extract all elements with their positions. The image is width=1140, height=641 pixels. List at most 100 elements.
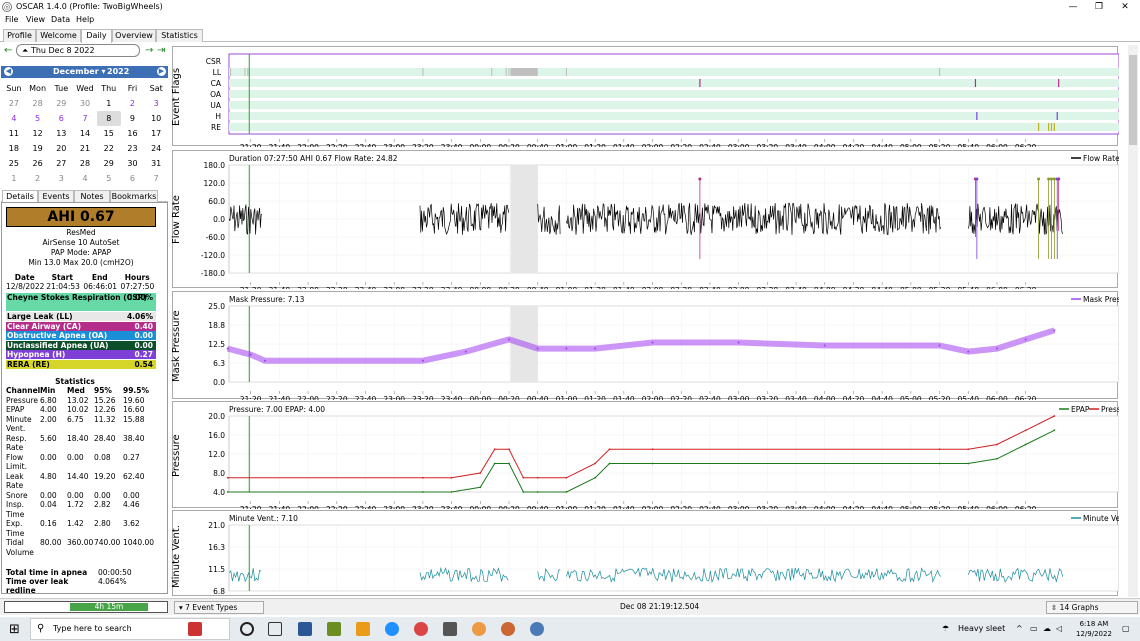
calendar-day[interactable]: 3: [144, 96, 168, 111]
menu-file[interactable]: File: [5, 15, 18, 24]
calendar-day[interactable]: 28: [73, 156, 97, 171]
calendar-day[interactable]: 22: [97, 141, 121, 156]
network-icon[interactable]: ☁: [1043, 624, 1051, 633]
calendar-day[interactable]: 21: [73, 141, 97, 156]
windows-start-icon[interactable]: ⊞: [9, 622, 20, 637]
session-duration-bar[interactable]: 4h 15m: [4, 601, 168, 613]
close-icon[interactable]: ✕: [1114, 1, 1136, 13]
calendar-day[interactable]: 19: [26, 141, 50, 156]
calendar-day[interactable]: 2: [26, 171, 50, 186]
mask-pressure-chart[interactable]: Mask Pressure: 7.1325.018.812.56.30.0Mas…: [173, 292, 1137, 404]
menu-view[interactable]: View: [26, 15, 45, 24]
minimize-icon[interactable]: —: [1062, 1, 1084, 13]
calendar-day[interactable]: 1: [97, 96, 121, 111]
calendar-day[interactable]: 5: [26, 111, 50, 126]
pressure-panel[interactable]: Pressure Pressure: 7.00 EPAP: 4.00 20.0 16…: [171, 401, 1133, 514]
calendar-day[interactable]: 4: [73, 171, 97, 186]
calendar-day[interactable]: 5: [97, 171, 121, 186]
calendar-day[interactable]: 25: [2, 156, 26, 171]
next-month-icon[interactable]: ▶: [157, 67, 166, 76]
calendar-day[interactable]: 30: [73, 96, 97, 111]
app-icon-2[interactable]: [327, 622, 341, 636]
calendar-day[interactable]: 11: [2, 126, 26, 141]
calendar-day[interactable]: 23: [121, 141, 145, 156]
calendar-day[interactable]: 24: [144, 141, 168, 156]
calendar-day[interactable]: 2: [121, 96, 145, 111]
calendar-day[interactable]: 4: [2, 111, 26, 126]
prev-month-icon[interactable]: ◀: [4, 67, 13, 76]
calendar-day[interactable]: 15: [97, 126, 121, 141]
cortana-icon[interactable]: [240, 622, 254, 636]
calendar-day[interactable]: 7: [73, 111, 97, 126]
calendar-day[interactable]: 12: [26, 126, 50, 141]
calendar-day[interactable]: 1: [2, 171, 26, 186]
taskbar-clock[interactable]: 6:18 AM 12/9/2022: [1076, 619, 1112, 639]
oscar-taskbar-icon[interactable]: [530, 622, 544, 636]
tab-daily[interactable]: Daily: [81, 29, 112, 43]
calendar-day[interactable]: 29: [49, 96, 73, 111]
app-icon-3[interactable]: [356, 622, 370, 636]
previous-day-icon[interactable]: ←: [4, 45, 12, 56]
calendar-day[interactable]: 30: [121, 156, 145, 171]
calendar-day[interactable]: 28: [26, 96, 50, 111]
menu-help[interactable]: Help: [76, 15, 94, 24]
flow-rate-chart[interactable]: Duration 07:27:50 AHI 0.67 Flow Rate: 24…: [173, 151, 1120, 295]
tab-welcome[interactable]: Welcome: [36, 29, 81, 42]
tab-events[interactable]: Events: [38, 190, 74, 202]
calendar-day[interactable]: 18: [2, 141, 26, 156]
edge-icon[interactable]: [385, 622, 399, 636]
flow-rate-panel[interactable]: Flow Rate Duration 07:27:50 AHI 0.67 Flo…: [171, 150, 1120, 295]
calendar-day[interactable]: 6: [121, 171, 145, 186]
calendar-day[interactable]: 8: [96, 111, 121, 126]
tab-bookmarks[interactable]: Bookmarks: [110, 190, 158, 202]
calendar-day[interactable]: 26: [26, 156, 50, 171]
volume-icon[interactable]: ◁: [1056, 624, 1062, 633]
tray-chevron-icon[interactable]: ^: [1016, 624, 1023, 633]
graphs-dropdown[interactable]: ⇳ 14 Graphs: [1046, 601, 1138, 614]
date-picker[interactable]: ⏶ Thu Dec 8 2022: [16, 44, 140, 57]
task-view-icon[interactable]: [268, 622, 282, 636]
minute-vent-panel[interactable]: Minute Vent. Minute Vent.: 7.10 21.0 16.3 1…: [171, 510, 1130, 597]
calendar-year[interactable]: 2022: [107, 67, 129, 76]
tab-details[interactable]: Details: [2, 190, 38, 202]
calendar-day[interactable]: 3: [49, 171, 73, 186]
tab-overview[interactable]: Overview: [112, 29, 156, 42]
scrollbar-thumb[interactable]: [1129, 55, 1137, 145]
last-day-icon[interactable]: ⇥: [157, 45, 165, 56]
tab-profile[interactable]: Profile: [3, 29, 36, 42]
calendar-day[interactable]: 31: [144, 156, 168, 171]
chrome-alt-icon[interactable]: [501, 622, 515, 636]
menu-data[interactable]: Data: [51, 15, 70, 24]
event-flags-chart[interactable]: CSR LL CA OA UA H RE 21:20 21:40 22:00 22:20 22:40 2…: [173, 47, 1120, 152]
calendar-day[interactable]: 16: [121, 126, 145, 141]
calendar-day[interactable]: 13: [49, 126, 73, 141]
calendar-day[interactable]: 17: [144, 126, 168, 141]
tab-notes[interactable]: Notes: [74, 190, 110, 202]
restore-icon[interactable]: ❐: [1088, 1, 1110, 13]
word-icon[interactable]: [298, 622, 312, 636]
statistics-row: Flow Limit. 0.00 0.00 0.08 0.27: [6, 452, 140, 472]
battery-icon[interactable]: ▭: [1030, 624, 1038, 633]
next-day-icon[interactable]: →: [145, 45, 153, 56]
calendar-day[interactable]: 27: [49, 156, 73, 171]
event-types-dropdown[interactable]: ▾ 7 Event Types: [174, 601, 264, 614]
graph-scrollbar[interactable]: [1128, 45, 1138, 597]
pressure-chart[interactable]: Pressure: 7.00 EPAP: 4.00 20.0 16.0 12.0 8.0…: [173, 402, 1133, 514]
minute-vent-chart[interactable]: Minute Vent.: 7.1021.016.311.56.8Minute …: [173, 511, 1130, 597]
app-icon-6[interactable]: [443, 622, 457, 636]
calendar-day[interactable]: 10: [144, 111, 168, 126]
calendar-day[interactable]: 20: [49, 141, 73, 156]
notification-icon[interactable]: ▢: [1122, 624, 1130, 633]
calendar-day[interactable]: 29: [97, 156, 121, 171]
chrome-icon[interactable]: [472, 622, 486, 636]
app-icon-5[interactable]: [414, 622, 428, 636]
tab-statistics[interactable]: Statistics: [156, 29, 203, 42]
calendar-month[interactable]: December ▾: [53, 67, 105, 76]
calendar-day[interactable]: 7: [144, 171, 168, 186]
calendar-day[interactable]: 14: [73, 126, 97, 141]
event-flags-panel[interactable]: Event Flags CSR LL CA OA UA H RE 21:20 21:40 22:0…: [171, 46, 1120, 152]
mask-pressure-panel[interactable]: Mask Pressure Mask Pressure: 7.13 25.0 18.…: [171, 291, 1137, 404]
calendar-day[interactable]: 6: [49, 111, 73, 126]
calendar-day[interactable]: 9: [121, 111, 145, 126]
calendar-day[interactable]: 27: [2, 96, 26, 111]
